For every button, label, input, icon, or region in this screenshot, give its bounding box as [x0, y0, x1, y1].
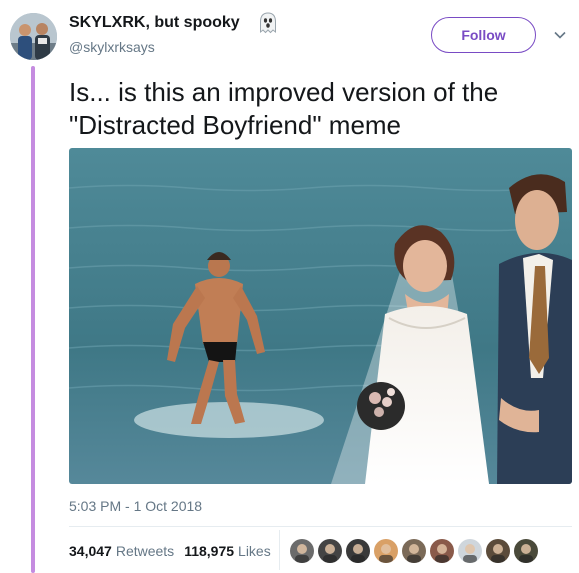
tweet-photo-image: [69, 148, 572, 484]
timestamp[interactable]: 5:03 PM - 1 Oct 2018: [69, 498, 202, 514]
likes-stat[interactable]: 118,975 Likes: [184, 543, 271, 559]
ghost-icon: [260, 12, 276, 34]
stats-separator: [279, 530, 280, 570]
retweets-label: Retweets: [115, 543, 175, 559]
liker-avatar[interactable]: [402, 539, 426, 563]
liker-avatar[interactable]: [430, 539, 454, 563]
thread-line: [31, 66, 35, 573]
handle[interactable]: @skylxrksays: [69, 39, 155, 55]
tweet-photo[interactable]: [69, 148, 572, 484]
liker-avatar[interactable]: [290, 539, 314, 563]
retweets-stat[interactable]: 34,047 Retweets: [69, 543, 174, 559]
tweet-text: Is... is this an improved version of the…: [69, 77, 499, 140]
avatar[interactable]: [10, 13, 57, 60]
display-name[interactable]: SKYLXRK, but spooky: [69, 14, 240, 32]
liker-avatar[interactable]: [458, 539, 482, 563]
tweet-card: SKYLXRK, but spooky @skylxrksays Follow …: [0, 0, 579, 573]
avatar-image: [10, 13, 57, 60]
liker-avatar[interactable]: [374, 539, 398, 563]
divider: [69, 526, 572, 527]
likes-count: 118,975: [184, 543, 235, 559]
liker-avatar[interactable]: [486, 539, 510, 563]
likes-label: Likes: [238, 543, 271, 559]
retweets-count: 34,047: [69, 543, 112, 559]
chevron-down-icon[interactable]: [553, 28, 567, 42]
liker-avatar[interactable]: [346, 539, 370, 563]
liker-avatars: [290, 539, 538, 563]
follow-button[interactable]: Follow: [431, 17, 536, 53]
liker-avatar[interactable]: [514, 539, 538, 563]
tweet-stats: 34,047 Retweets 118,975 Likes: [69, 543, 281, 559]
liker-avatar[interactable]: [318, 539, 342, 563]
